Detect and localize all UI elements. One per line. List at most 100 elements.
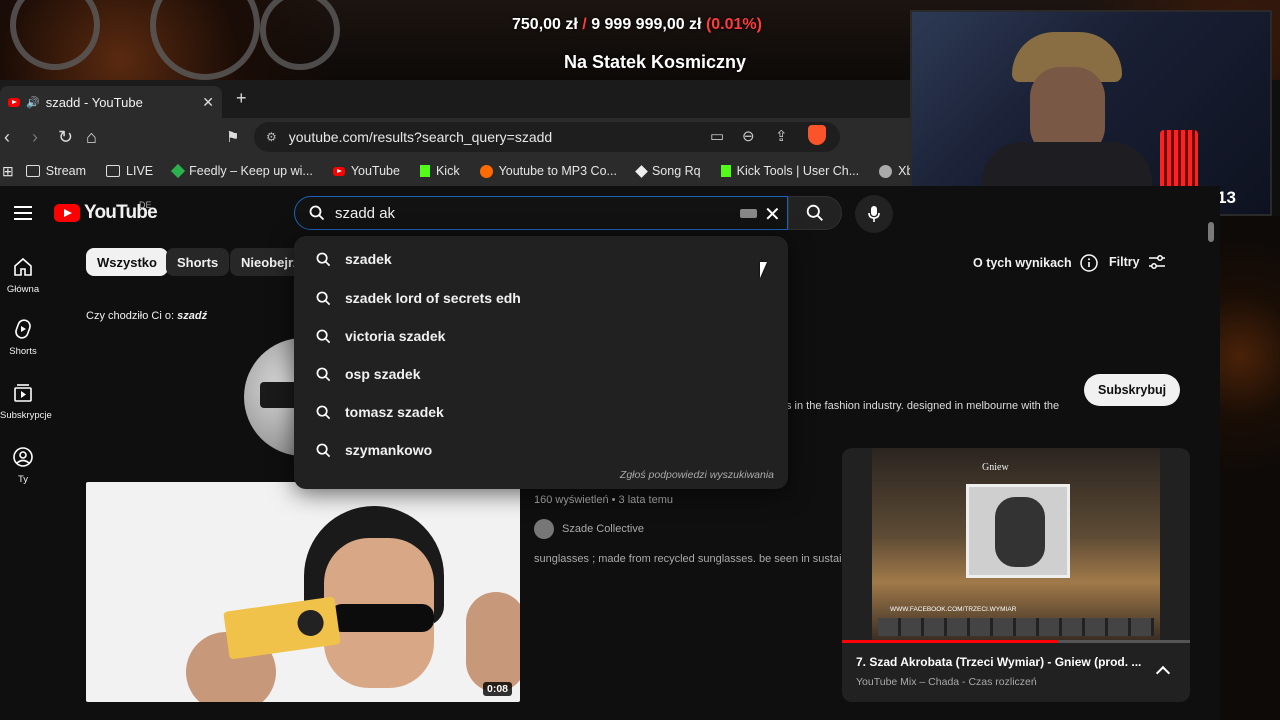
bookmark-icon[interactable]: ⚑ <box>226 128 239 146</box>
keyboard-icon[interactable] <box>740 209 757 218</box>
thumbnail-figure <box>466 592 520 692</box>
channel-avatar-small <box>534 519 554 539</box>
subscribe-button[interactable]: Subskrybuj <box>1084 374 1181 406</box>
microphone-icon <box>868 206 880 222</box>
chevron-up-icon[interactable] <box>1155 665 1171 681</box>
search-icon <box>806 204 823 221</box>
mini-player-subtitle: YouTube Mix – Chada - Czas rozliczeń <box>856 676 1037 688</box>
mouse-cursor-icon <box>760 262 774 278</box>
sidebar-item-subscriptions[interactable]: Subskrypcje <box>0 382 52 421</box>
suggestion-text: szadek lord of secrets edh <box>345 290 521 306</box>
artwork-footer: WWW.FACEBOOK.COM/TRZECI.WYMIAR <box>890 606 1017 613</box>
mini-player-progress-fill <box>842 640 1058 643</box>
menu-icon[interactable] <box>14 206 32 220</box>
info-icon <box>1079 254 1098 272</box>
bookmark-item[interactable]: Xbox Cl <box>879 164 910 178</box>
search-input[interactable]: szadd ak <box>294 196 788 230</box>
mini-player-progress[interactable] <box>842 640 1190 643</box>
shorts-icon <box>15 319 31 339</box>
apps-icon[interactable]: ⊞ <box>2 163 14 180</box>
folder-icon <box>25 165 40 177</box>
bookmark-label: Kick <box>435 164 460 178</box>
reload-icon[interactable]: ↻ <box>58 127 73 148</box>
region-code: DE <box>139 200 152 210</box>
mini-player-artwork[interactable]: Gniew WWW.FACEBOOK.COM/TRZECI.WYMIAR <box>872 448 1160 640</box>
chip-unwatched[interactable]: Nieobejrz <box>230 248 300 276</box>
clear-search-icon[interactable]: ✕ <box>764 202 781 227</box>
sidebar-item-you[interactable]: Ty <box>0 446 46 485</box>
mini-player[interactable]: Gniew WWW.FACEBOOK.COM/TRZECI.WYMIAR 7. … <box>842 448 1190 702</box>
bookmark-label: Xbox Cl <box>898 164 910 178</box>
suggestion-item[interactable]: victoria szadek <box>294 317 788 355</box>
report-suggestions-link[interactable]: Zgłoś podpowiedzi wyszukiwania <box>620 469 774 481</box>
goal-separator: / <box>582 16 587 33</box>
diamond-icon <box>635 164 648 178</box>
brave-shields-icon[interactable] <box>808 125 826 145</box>
youtube-play-icon <box>54 204 80 222</box>
bookmark-label: LIVE <box>126 164 154 178</box>
share-icon[interactable]: ⇪ <box>775 127 788 145</box>
you-icon <box>13 447 33 467</box>
artwork-title: Gniew <box>982 462 1009 473</box>
filters-button[interactable]: Filtry <box>1109 254 1166 270</box>
browser-tab[interactable]: 🔊 szadd - YouTube ✕ <box>0 86 222 118</box>
bookmark-item[interactable]: Kick <box>419 164 460 178</box>
video-channel-name: Szade Collective <box>562 523 644 535</box>
sidebar-item-home[interactable]: Główna <box>0 256 46 295</box>
stream-overlay-side <box>1220 216 1280 720</box>
suggestion-item[interactable]: szadek lord of secrets edh <box>294 279 788 317</box>
suggestion-item[interactable]: szymankowo <box>294 431 788 469</box>
sidebar-item-label: Główna <box>6 284 40 295</box>
search-button[interactable] <box>788 196 842 230</box>
forward-icon[interactable]: › <box>32 127 38 148</box>
search-icon <box>316 405 331 419</box>
search-suggestions: szadek szadek lord of secrets edh victor… <box>294 236 788 489</box>
kick-icon <box>720 165 731 177</box>
back-icon[interactable]: ‹ <box>4 127 10 148</box>
cast-icon[interactable]: ▭ <box>710 127 724 145</box>
video-metadata: 160 wyświetleń • 3 lata temu <box>534 494 673 506</box>
site-settings-icon[interactable]: ⚙ <box>266 130 277 144</box>
voice-search-button[interactable] <box>855 195 893 233</box>
search-icon <box>316 329 331 343</box>
suggestion-text: victoria szadek <box>345 328 446 344</box>
did-you-mean-link[interactable]: szadź <box>177 310 207 322</box>
search-input-value: szadd ak <box>335 204 396 222</box>
bookmark-item[interactable]: LIVE <box>106 164 153 178</box>
chip-shorts[interactable]: Shorts <box>166 248 230 276</box>
home-icon <box>14 257 32 276</box>
bookmark-item[interactable]: Feedly – Keep up wi... <box>171 163 313 179</box>
suggestion-item[interactable]: osp szadek <box>294 355 788 393</box>
bookmark-item[interactable]: Youtube to MP3 Co... <box>479 164 617 178</box>
bookmark-item[interactable]: Kick Tools | User Ch... <box>720 164 859 178</box>
bookmark-item[interactable]: YouTube <box>332 164 400 178</box>
bookmark-item[interactable]: Stream <box>25 164 86 178</box>
search-icon <box>316 443 331 457</box>
zoom-icon[interactable]: ⊖ <box>742 127 755 145</box>
youtube-favicon-icon <box>8 97 20 107</box>
tab-close-icon[interactable]: ✕ <box>202 94 214 111</box>
suggestion-item[interactable]: tomasz szadek <box>294 393 788 431</box>
suggestion-item[interactable]: szadek <box>294 240 788 278</box>
channel-description: s in the fashion industry. designed in m… <box>786 400 1060 412</box>
video-channel-link[interactable]: Szade Collective <box>534 519 644 539</box>
bookmark-label: YouTube <box>350 164 400 178</box>
celtic-knot-decoration <box>10 0 100 70</box>
about-results-link[interactable]: O tych wynikach <box>973 254 1098 272</box>
video-thumbnail[interactable]: 0:08 <box>86 482 520 702</box>
feedly-icon <box>171 163 186 179</box>
sidebar-item-shorts[interactable]: Shorts <box>0 318 46 357</box>
bookmark-label: Feedly – Keep up wi... <box>189 164 313 178</box>
video-duration: 0:08 <box>482 682 512 696</box>
chip-all[interactable]: Wszystko <box>86 248 168 276</box>
search-icon <box>309 205 325 221</box>
new-tab-button[interactable]: + <box>236 88 247 109</box>
sidebar-item-label: Ty <box>17 474 29 485</box>
bookmark-item[interactable]: Song Rq <box>635 164 701 178</box>
filter-sliders-icon <box>1148 255 1165 269</box>
home-icon[interactable]: ⌂ <box>86 127 97 148</box>
thumbnail-figure <box>330 604 434 632</box>
youtube-icon <box>332 166 345 176</box>
scrollbar-thumb[interactable] <box>1208 222 1214 242</box>
bookmarks-bar: ⊞ Stream LIVE Feedly – Keep up wi... You… <box>0 156 910 186</box>
